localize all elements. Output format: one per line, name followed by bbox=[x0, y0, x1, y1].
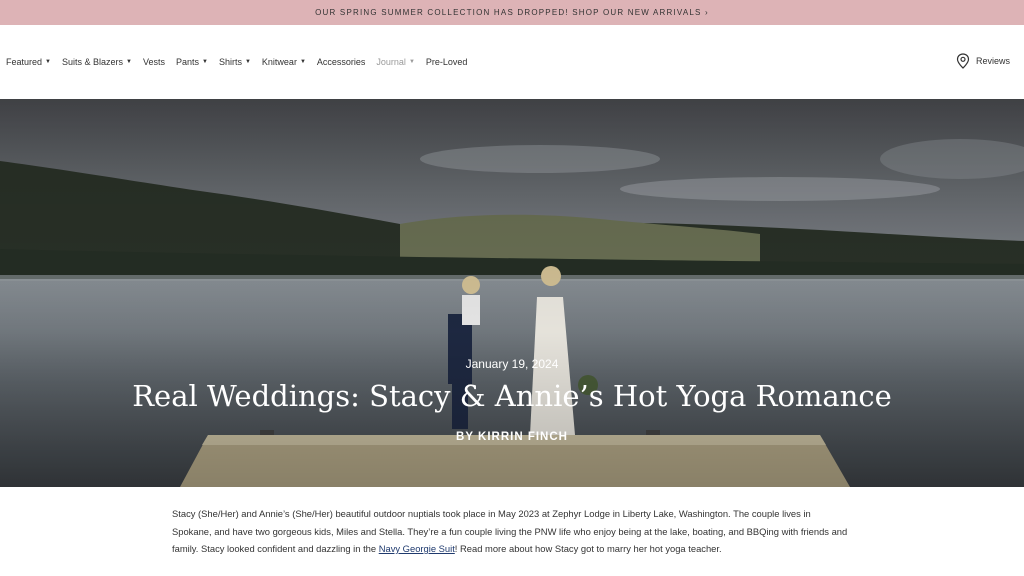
nav-item-label: Pants bbox=[175, 57, 199, 67]
nav-item-suits-blazers[interactable]: Suits & Blazers ▼ bbox=[62, 57, 132, 67]
chevron-down-icon: ▼ bbox=[126, 59, 132, 65]
reviews-link[interactable]: Reviews bbox=[956, 53, 1010, 69]
location-pin-icon bbox=[956, 53, 970, 69]
chevron-down-icon: ▼ bbox=[45, 59, 51, 65]
nav-item-journal[interactable]: Journal ▼ bbox=[376, 57, 414, 67]
post-byline: BY KIRRIN FINCH bbox=[456, 431, 568, 443]
nav-item-label: Suits & Blazers bbox=[61, 57, 124, 67]
nav-menu: Featured ▼ Suits & Blazers ▼ Vests Pants ▼ Shir… bbox=[6, 57, 478, 67]
nav-item-label: Vests bbox=[142, 57, 165, 67]
nav-item-label: Featured bbox=[6, 57, 43, 67]
nav-item-accessories[interactable]: Accessories bbox=[317, 57, 366, 67]
nav-item-shirts[interactable]: Shirts ▼ bbox=[219, 57, 251, 67]
post-date: January 19, 2024 bbox=[465, 357, 559, 371]
announcement-bar[interactable]: OUR SPRING SUMMER COLLECTION HAS DROPPED… bbox=[0, 0, 1024, 25]
nav-item-label: Pre-Loved bbox=[425, 57, 468, 67]
hero-image bbox=[0, 99, 1024, 487]
reviews-label: Reviews bbox=[975, 56, 1010, 66]
nav-item-featured[interactable]: Featured ▼ bbox=[6, 57, 51, 67]
nav-item-pre-loved[interactable]: Pre-Loved bbox=[426, 57, 468, 67]
chevron-down-icon: ▼ bbox=[202, 59, 208, 65]
chevron-down-icon: ▼ bbox=[408, 59, 415, 65]
nav-item-label: Accessories bbox=[316, 57, 366, 67]
post-title: Real Weddings: Stacy & Annie’s Hot Yoga … bbox=[132, 379, 892, 413]
article-intro: Stacy (She/Her) and Annie’s (She/Her) be… bbox=[172, 505, 852, 558]
navy-georgie-suit-link[interactable]: Navy Georgie Suit bbox=[379, 543, 455, 554]
main-nav: Featured ▼ Suits & Blazers ▼ Vests Pants ▼ Shir… bbox=[0, 25, 1024, 99]
nav-item-label: Journal bbox=[376, 57, 406, 67]
chevron-down-icon: ▼ bbox=[299, 59, 306, 65]
announcement-text[interactable]: OUR SPRING SUMMER COLLECTION HAS DROPPED… bbox=[315, 8, 709, 17]
chevron-down-icon: ▼ bbox=[244, 59, 251, 65]
nav-item-vests[interactable]: Vests bbox=[143, 57, 165, 67]
nav-item-knitwear[interactable]: Knitwear ▼ bbox=[262, 57, 306, 67]
nav-item-label: Shirts bbox=[218, 57, 242, 67]
intro-text-end: ! Read more about how Stacy got to marry… bbox=[454, 543, 722, 554]
nav-item-label: Knitwear bbox=[261, 57, 297, 67]
nav-item-pants[interactable]: Pants ▼ bbox=[176, 57, 208, 67]
hero-banner: January 19, 2024 Real Weddings: Stacy & … bbox=[0, 99, 1024, 487]
